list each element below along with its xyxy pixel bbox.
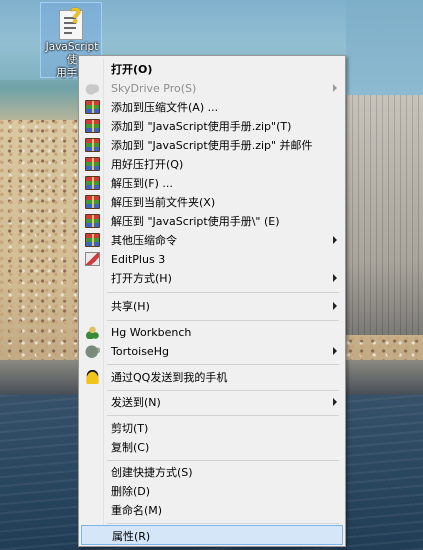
submenu-arrow-icon [333,84,337,92]
menu-separator [107,292,339,293]
menu-item-label: 通过QQ发送到我的手机 [111,371,228,384]
menu-item-other-compress-commands[interactable]: 其他压缩命令 [81,230,343,250]
wallpaper-pier-right [346,95,423,335]
menu-item-open-with[interactable]: 打开方式(H) [81,268,343,288]
menu-item-label: 添加到压缩文件(A) ... [111,101,219,114]
menu-separator [107,320,339,321]
menu-item-label: 打开(O) [111,63,153,76]
winrar-icon [85,214,100,228]
submenu-arrow-icon [333,302,337,310]
menu-item-add-to-zip[interactable]: 添加到 "JavaScript使用手册.zip"(T) [81,116,343,136]
menu-item-label: 复制(C) [111,441,150,454]
winrar-icon [85,157,100,171]
menu-item-rename[interactable]: 重命名(M) [81,500,343,520]
menu-item-tortoisehg[interactable]: TortoiseHg [81,341,343,361]
menu-item-create-shortcut[interactable]: 创建快捷方式(S) [81,462,343,482]
menu-item-delete[interactable]: 删除(D) [81,481,343,501]
menu-item-label: 删除(D) [111,485,151,498]
submenu-arrow-icon [333,274,337,282]
menu-item-label: 解压到(F) ... [111,177,173,190]
winrar-icon [85,100,100,114]
qq-penguin-icon [85,370,100,384]
hg-workbench-icon [85,325,100,339]
menu-item-label: 添加到 "JavaScript使用手册.zip" 并邮件 [111,139,313,152]
menu-item-label: EditPlus 3 [111,253,166,266]
menu-separator [107,523,339,524]
menu-item-add-to-archive[interactable]: 添加到压缩文件(A) ... [81,97,343,117]
menu-item-send-to[interactable]: 发送到(N) [81,392,343,412]
menu-item-open[interactable]: 打开(O) [81,59,343,79]
tortoise-icon [85,344,100,358]
menu-separator [107,460,339,461]
menu-item-label: 共享(H) [111,300,150,313]
winrar-icon [85,233,100,247]
menu-item-extract-to[interactable]: 解压到(F) ... [81,173,343,193]
menu-item-label: 解压到 "JavaScript使用手册\" (E) [111,215,280,228]
menu-item-label: 发送到(N) [111,396,161,409]
submenu-arrow-icon [333,347,337,355]
cloud-icon [85,81,100,95]
menu-item-skydrive-pro[interactable]: SkyDrive Pro(S) [81,78,343,98]
menu-item-label: SkyDrive Pro(S) [111,82,197,95]
menu-separator [107,390,339,391]
editplus-icon [85,252,100,266]
submenu-arrow-icon [333,236,337,244]
help-question-icon: ? [70,4,82,28]
menu-item-label: 创建快捷方式(S) [111,466,193,479]
menu-item-label: 打开方式(H) [111,272,172,285]
menu-item-qq-send-to-phone[interactable]: 通过QQ发送到我的手机 [81,367,343,387]
menu-item-copy[interactable]: 复制(C) [81,437,343,457]
menu-separator [107,364,339,365]
winrar-icon [85,195,100,209]
winrar-icon [85,138,100,152]
menu-separator [107,415,339,416]
menu-item-open-with-haozip[interactable]: 用好压打开(Q) [81,154,343,174]
menu-item-cut[interactable]: 剪切(T) [81,418,343,438]
menu-item-extract-to-folder[interactable]: 解压到 "JavaScript使用手册\" (E) [81,211,343,231]
menu-item-hg-workbench[interactable]: Hg Workbench [81,322,343,342]
context-menu: 打开(O) SkyDrive Pro(S) 添加到压缩文件(A) ... 添加到… [78,55,346,547]
menu-item-label: 添加到 "JavaScript使用手册.zip"(T) [111,120,292,133]
menu-item-add-to-zip-and-mail[interactable]: 添加到 "JavaScript使用手册.zip" 并邮件 [81,135,343,155]
winrar-icon [85,176,100,190]
winrar-icon [85,119,100,133]
wallpaper-water-right [346,0,423,100]
menu-item-label: Hg Workbench [111,326,192,339]
menu-item-label: 重命名(M) [111,504,163,517]
menu-item-label: 用好压打开(Q) [111,158,184,171]
menu-item-editplus[interactable]: EditPlus 3 [81,249,343,269]
menu-item-extract-here[interactable]: 解压到当前文件夹(X) [81,192,343,212]
menu-item-properties[interactable]: 属性(R) [81,525,343,545]
menu-item-label: 属性(R) [112,530,151,543]
submenu-arrow-icon [333,398,337,406]
menu-item-label: 解压到当前文件夹(X) [111,196,216,209]
menu-item-label: 其他压缩命令 [111,234,177,247]
menu-item-label: TortoiseHg [111,345,169,358]
menu-item-label: 剪切(T) [111,422,149,435]
menu-item-share[interactable]: 共享(H) [81,296,343,316]
